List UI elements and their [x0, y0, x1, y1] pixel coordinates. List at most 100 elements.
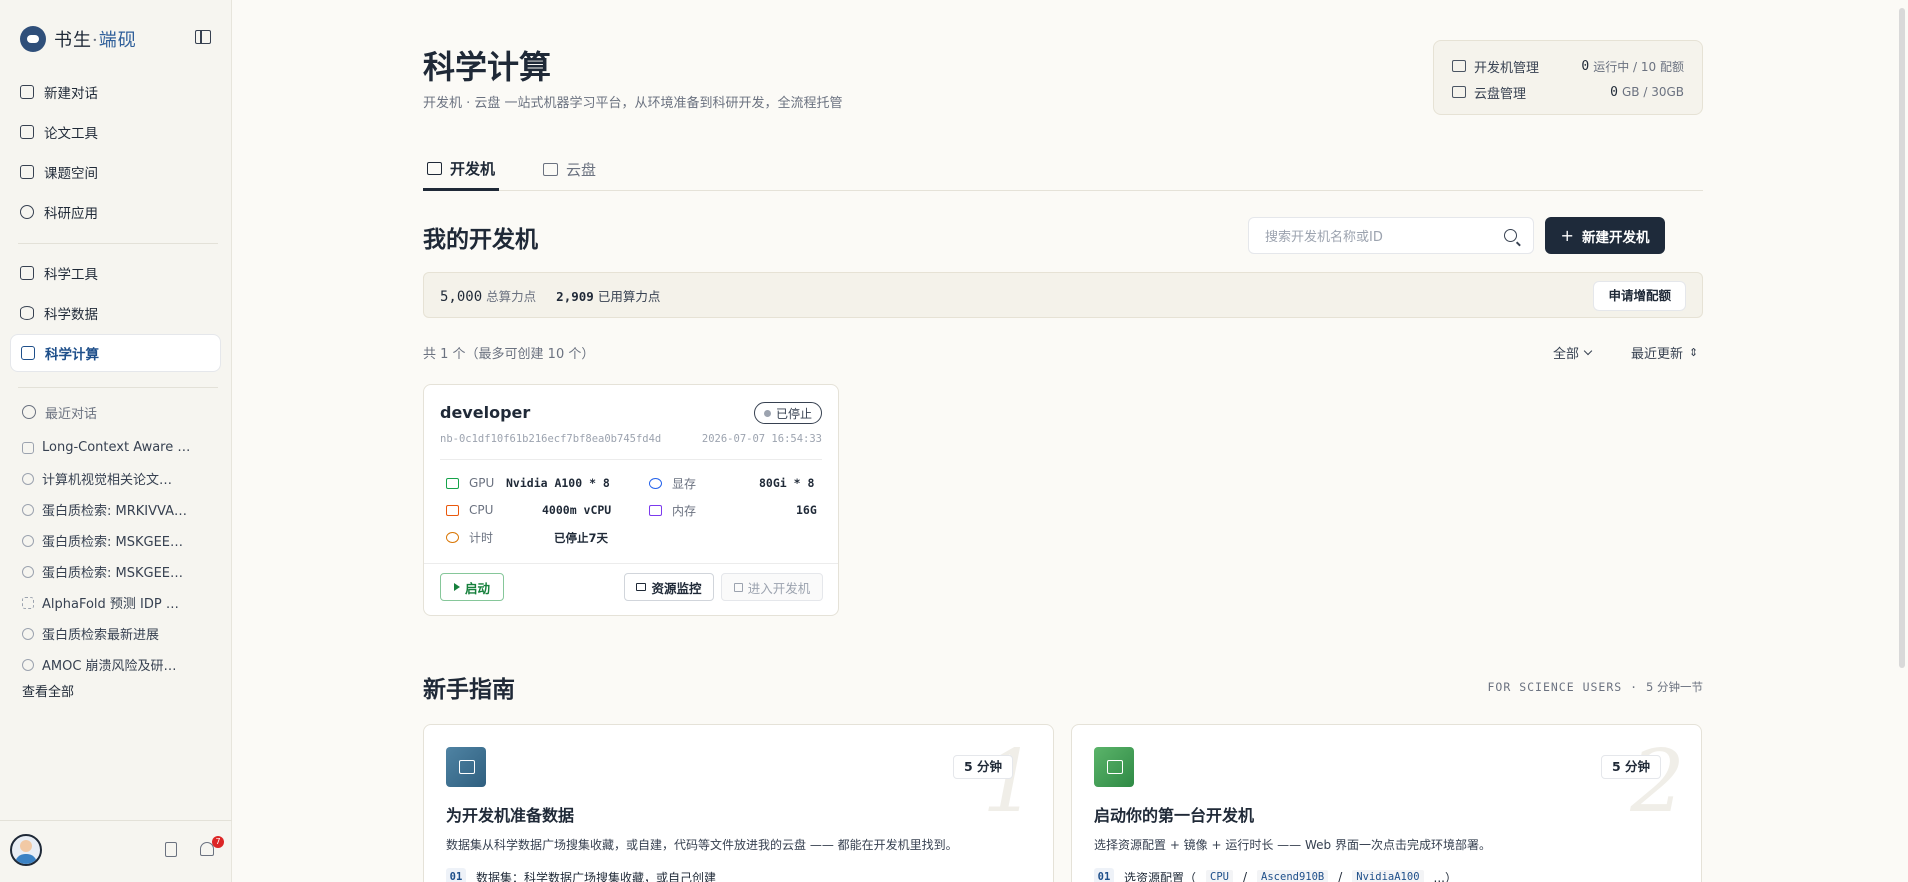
recent-chat-item[interactable]: 蛋白质检索: MSKGEE…	[22, 525, 222, 556]
new-machine-button[interactable]: + 新建开发机	[1545, 217, 1665, 254]
recent-chat-item[interactable]: Long-Context Aware …	[22, 432, 222, 463]
disk-icon	[1452, 86, 1466, 98]
search-input[interactable]: 搜索开发机名称或ID	[1248, 217, 1534, 254]
tab-bar: 开发机 云盘	[423, 148, 1703, 191]
guide-card-title: 启动你的第一台开发机	[1094, 806, 1255, 825]
sidebar-item-new-chat[interactable]: 新建对话	[10, 73, 221, 111]
laptop-icon	[1452, 60, 1466, 72]
recent-chat-item[interactable]: 蛋白质检索: MRKIVVA…	[22, 494, 222, 525]
card-divider	[424, 563, 838, 564]
sidebar-footer: 7	[0, 820, 232, 882]
sidebar-item-science-compute[interactable]: 科学计算	[10, 334, 221, 372]
plus-square-icon	[20, 85, 34, 99]
quota-disk[interactable]: 云盘管理 0 GB / 30GB	[1452, 79, 1684, 105]
recent-chat-item[interactable]: 计算机视觉相关论文…	[22, 463, 222, 494]
recent-chat-item[interactable]: 蛋白质检索最新进展	[22, 618, 222, 649]
machine-count: 共 1 个（最多可创建 10 个）	[423, 347, 595, 362]
search-icon[interactable]	[1504, 229, 1517, 242]
toolbox-icon	[20, 266, 34, 280]
cube-icon	[22, 503, 34, 516]
cube-icon	[22, 472, 34, 485]
sort-dropdown[interactable]: 最近更新 ⇕	[1631, 343, 1698, 363]
guide-card-desc: 数据集从科学数据广场搜集收藏，或自建，代码等文件放进我的云盘 —— 都能在开发机…	[446, 838, 958, 852]
laptop-icon	[427, 161, 442, 175]
brand[interactable]: 书生·端砚	[20, 26, 137, 52]
library-icon	[20, 165, 34, 179]
sidebar-item-project-space[interactable]: 课题空间	[10, 153, 221, 191]
sidebar-item-paper-tools[interactable]: 论文工具	[10, 113, 221, 151]
avatar[interactable]	[10, 834, 42, 866]
tab-devmachine[interactable]: 开发机	[423, 148, 500, 191]
cube-icon	[22, 565, 34, 578]
section-title-my-machines: 我的开发机	[423, 226, 538, 253]
machine-card[interactable]: developer 已停止 nb-0c1df10f61b216ecf7bf8ea…	[423, 384, 839, 616]
plus-icon: +	[1560, 226, 1574, 245]
sidebar-item-science-data[interactable]: 科学数据	[10, 294, 221, 332]
page-title: 科学计算	[423, 48, 552, 86]
start-button[interactable]: 启动	[440, 573, 504, 601]
tab-cloud-disk[interactable]: 云盘	[543, 148, 596, 191]
page-subtitle: 开发机 · 云盘 一站式机器学习平台，从环境准备到科研开发，全流程托管	[423, 96, 843, 111]
document-icon	[22, 441, 34, 454]
sidebar-divider	[18, 387, 218, 388]
recent-chat-item[interactable]: 蛋白质检索: MSKGEE…	[22, 556, 222, 587]
clock-icon	[446, 531, 459, 543]
machine-name: developer	[440, 403, 531, 422]
recent-header: 最近对话	[22, 401, 222, 423]
cube-icon	[22, 627, 34, 640]
guide-card[interactable]: 2 5 分钟 启动你的第一台开发机 选择资源配置 + 镜像 + 运行时长 —— …	[1071, 724, 1702, 882]
page-scrollbar[interactable]	[1899, 8, 1905, 668]
recent-chat-item[interactable]: AMOC 崩溃风险及研…	[22, 649, 222, 680]
filter-dropdown[interactable]: 全部	[1553, 343, 1593, 362]
database-icon	[20, 306, 34, 320]
spec-vram: 显存	[649, 473, 696, 493]
monitor-button[interactable]: 资源监控	[624, 573, 714, 601]
guide-card-number: 1	[982, 732, 1037, 832]
request-quota-button[interactable]: 申请增配额	[1593, 281, 1686, 311]
document-icon[interactable]	[165, 842, 177, 857]
memory-icon	[649, 504, 662, 516]
monitor-icon	[21, 346, 35, 360]
compute-points-bar: 5,000 总算力点 2,909 已用算力点 申请增配额	[423, 272, 1703, 318]
sidebar-item-research-apps[interactable]: 科研应用	[10, 193, 221, 231]
sidebar-collapse-icon[interactable]	[195, 30, 211, 44]
recent-chat-item[interactable]: AlphaFold 预测 IDP …	[22, 587, 222, 618]
secondary-nav: 科学工具 科学数据 科学计算	[10, 254, 221, 374]
guide-card[interactable]: 1 5 分钟 为开发机准备数据 数据集从科学数据广场搜集收藏，或自建，代码等文件…	[423, 724, 1054, 882]
memory-value: 16G	[796, 503, 817, 517]
history-icon	[22, 405, 36, 419]
laptop-icon	[1094, 747, 1134, 787]
guide-step: 01 数据集：科学数据广场搜集收藏，或自己创建	[446, 868, 716, 882]
notification-badge: 7	[212, 836, 224, 848]
quota-devmachine[interactable]: 开发机管理 0 运行中 / 10 配额	[1452, 53, 1684, 79]
guide-meta: FOR SCIENCE USERS · 5 分钟一节	[1487, 680, 1704, 694]
guide-card-desc: 选择资源配置 + 镜像 + 运行时长 —— Web 界面一次点击完成环境部署。	[1094, 838, 1491, 852]
cube-icon	[20, 205, 34, 219]
disk-icon	[543, 163, 558, 176]
disk-icon	[446, 747, 486, 787]
recent-chats: 最近对话 Long-Context Aware … 计算机视觉相关论文… 蛋白质…	[22, 401, 222, 706]
sidebar-item-science-tools[interactable]: 科学工具	[10, 254, 221, 292]
guide-card-number: 2	[1630, 732, 1685, 832]
status-dot-icon	[763, 409, 771, 417]
section-title-guide: 新手指南	[423, 676, 515, 703]
duration-badge: 5 分钟	[1600, 755, 1661, 779]
quota-panel: 开发机管理 0 运行中 / 10 配额 云盘管理 0 GB / 30GB	[1433, 40, 1703, 115]
spec-cpu: CPU	[446, 500, 493, 520]
spec-timer: 计时	[446, 527, 493, 547]
spec-memory: 内存	[649, 500, 696, 520]
document-icon	[20, 125, 34, 139]
cube-icon	[22, 534, 34, 547]
cpu-value: 4000m vCPU	[542, 503, 612, 517]
see-all-link[interactable]: 查看全部	[22, 680, 222, 706]
vram-value: 80Gi * 8	[759, 476, 815, 490]
external-link-icon	[733, 582, 743, 592]
cpu-icon	[446, 504, 459, 516]
brand-name: 书生·端砚	[54, 30, 137, 51]
enter-machine-button[interactable]: 进入开发机	[721, 573, 823, 601]
status-badge: 已停止	[753, 402, 822, 424]
timer-value: 已停止7天	[554, 531, 609, 545]
cube-icon	[22, 658, 34, 671]
machine-time: 2026-07-07 16:54:33	[701, 433, 822, 445]
gpu-icon	[446, 477, 459, 489]
